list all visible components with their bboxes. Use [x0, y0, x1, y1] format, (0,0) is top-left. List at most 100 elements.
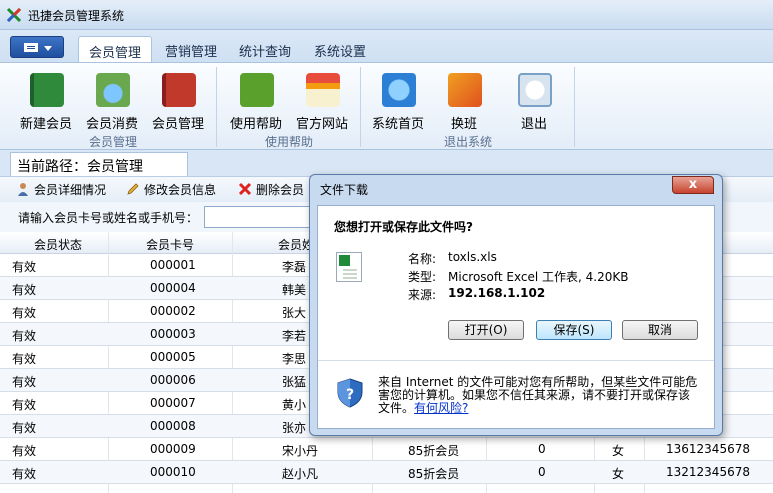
cell-phone: 13212345678 [666, 465, 750, 479]
window-title: 迅捷会员管理系统 [28, 9, 125, 23]
system-home-button[interactable]: 系统首页 [366, 73, 430, 135]
file-name-value: toxls.xls [448, 250, 497, 264]
file-type-label: 类型: [408, 270, 437, 284]
dialog-divider [318, 360, 714, 361]
group-separator [360, 67, 361, 147]
power-icon [518, 73, 552, 107]
cell-card: 000002 [150, 304, 196, 318]
table-row[interactable]: 有效 000009 宋小丹 85折会员 0 女 13612345678 [0, 438, 773, 461]
cell-name: 李若 [282, 329, 307, 343]
help-button[interactable]: 使用帮助 [224, 73, 288, 135]
system-home-label: 系统首页 [371, 117, 424, 132]
cell-name: 张大 [282, 306, 307, 320]
cell-name: 韩美 [282, 283, 307, 297]
chat-bubble-icon [240, 73, 274, 107]
official-site-button[interactable]: 官方网站 [290, 73, 354, 135]
official-site-label: 官方网站 [295, 117, 348, 132]
dialog-title: 文件下载 [320, 183, 369, 197]
cell-card: 000003 [150, 327, 196, 341]
cell-status: 有效 [12, 421, 37, 435]
column-header-card[interactable]: 会员卡号 [146, 236, 194, 253]
member-manage-button[interactable]: 会员管理 [146, 73, 210, 135]
menu-icon [24, 43, 38, 52]
delete-x-icon [238, 182, 252, 196]
new-member-label: 新建会员 [19, 117, 72, 132]
ribbon: 新建会员 会员消费 会员管理 会员管理 使用帮助 官方网站 使用帮助 系统首页 … [0, 62, 773, 150]
cell-phone: 13612345678 [666, 442, 750, 456]
close-icon: x [688, 177, 698, 192]
cell-gender: 女 [612, 467, 625, 481]
cell-name: 黄小 [282, 398, 307, 412]
column-header-status[interactable]: 会员状态 [34, 236, 82, 253]
cell-level: 85折会员 [408, 467, 460, 481]
cell-card: 000008 [150, 419, 196, 433]
open-button[interactable]: 打开(O) [448, 320, 524, 340]
cell-gender: 女 [612, 444, 625, 458]
user-icon [18, 183, 28, 196]
risk-link[interactable]: 有何风险? [414, 401, 468, 415]
cell-status: 有效 [12, 260, 37, 274]
cell-card: 000006 [150, 373, 196, 387]
member-details-label: 会员详细情况 [34, 183, 107, 197]
cell-name: 李磊 [282, 260, 307, 274]
book-icon [162, 73, 196, 107]
delete-member-button[interactable]: 删除会员 [238, 181, 304, 199]
tab-statistics[interactable]: 统计查询 [230, 36, 300, 62]
close-button[interactable]: x [672, 176, 714, 194]
exit-label: 退出 [520, 117, 547, 132]
save-button[interactable]: 保存(S) [536, 320, 612, 340]
tab-settings[interactable]: 系统设置 [304, 36, 376, 62]
cell-level: 85折会员 [408, 444, 460, 458]
cell-status: 有效 [12, 283, 37, 297]
swap-arrows-icon [448, 73, 482, 107]
security-warning: 来自 Internet 的文件可能对您有所帮助，但某些文件可能危害您的计算机。如… [378, 376, 698, 415]
title-bar: 迅捷会员管理系统 [0, 0, 773, 30]
file-source-label: 来源: [408, 288, 437, 302]
cell-name: 李思 [282, 352, 307, 366]
cell-name: 张猛 [282, 375, 307, 389]
cell-status: 有效 [12, 444, 37, 458]
cell-name: 赵小凡 [282, 467, 319, 481]
book-icon [30, 73, 64, 107]
dialog-question: 您想打开或保存此文件吗? [334, 220, 473, 234]
tab-marketing[interactable]: 营销管理 [156, 36, 226, 62]
member-consume-button[interactable]: 会员消费 [80, 73, 144, 135]
cell-card: 000007 [150, 396, 196, 410]
group-label-member: 会员管理 [88, 135, 137, 149]
new-member-button[interactable]: 新建会员 [14, 73, 78, 135]
cell-status: 有效 [12, 352, 37, 366]
edit-member-label: 修改会员信息 [144, 183, 217, 197]
file-download-dialog: 文件下载 x 您想打开或保存此文件吗? 名称: toxls.xls 类型: Mi… [309, 174, 723, 436]
storefront-icon [306, 73, 340, 107]
group-separator [574, 67, 575, 147]
security-shield-icon: ? [337, 378, 363, 408]
member-details-button[interactable]: 会员详细情况 [16, 181, 106, 199]
edit-member-button[interactable]: 修改会员信息 [126, 181, 216, 199]
shift-change-button[interactable]: 换班 [432, 73, 496, 135]
tab-member-management[interactable]: 会员管理 [78, 36, 152, 62]
cell-status: 有效 [12, 306, 37, 320]
path-bar: 当前路径：会员管理 [0, 150, 773, 176]
help-label: 使用帮助 [229, 117, 282, 132]
pencil-icon [127, 183, 139, 195]
cell-status: 有效 [12, 398, 37, 412]
member-consume-label: 会员消费 [85, 117, 138, 132]
exit-button[interactable]: 退出 [502, 73, 566, 135]
shift-change-label: 换班 [450, 117, 477, 132]
file-name-label: 名称: [408, 252, 437, 266]
app-logo-icon [6, 7, 22, 23]
file-source-value: 192.168.1.102 [448, 286, 546, 300]
cell-status: 有效 [12, 375, 37, 389]
cell-points: 0 [538, 465, 546, 479]
cell-points: 0 [538, 442, 546, 456]
compass-icon [382, 73, 416, 107]
water-drop-icon [96, 73, 130, 107]
cell-card: 000009 [150, 442, 196, 456]
group-label-exit: 退出系统 [443, 135, 492, 149]
app-menu-button[interactable] [10, 36, 64, 58]
cancel-button[interactable]: 取消 [622, 320, 698, 340]
search-label: 请输入会员卡号或姓名或手机号： [18, 211, 199, 225]
table-row[interactable]: 有效 000010 赵小凡 85折会员 0 女 13212345678 [0, 461, 773, 484]
member-manage-label: 会员管理 [151, 117, 204, 132]
cell-card: 000004 [150, 281, 196, 295]
